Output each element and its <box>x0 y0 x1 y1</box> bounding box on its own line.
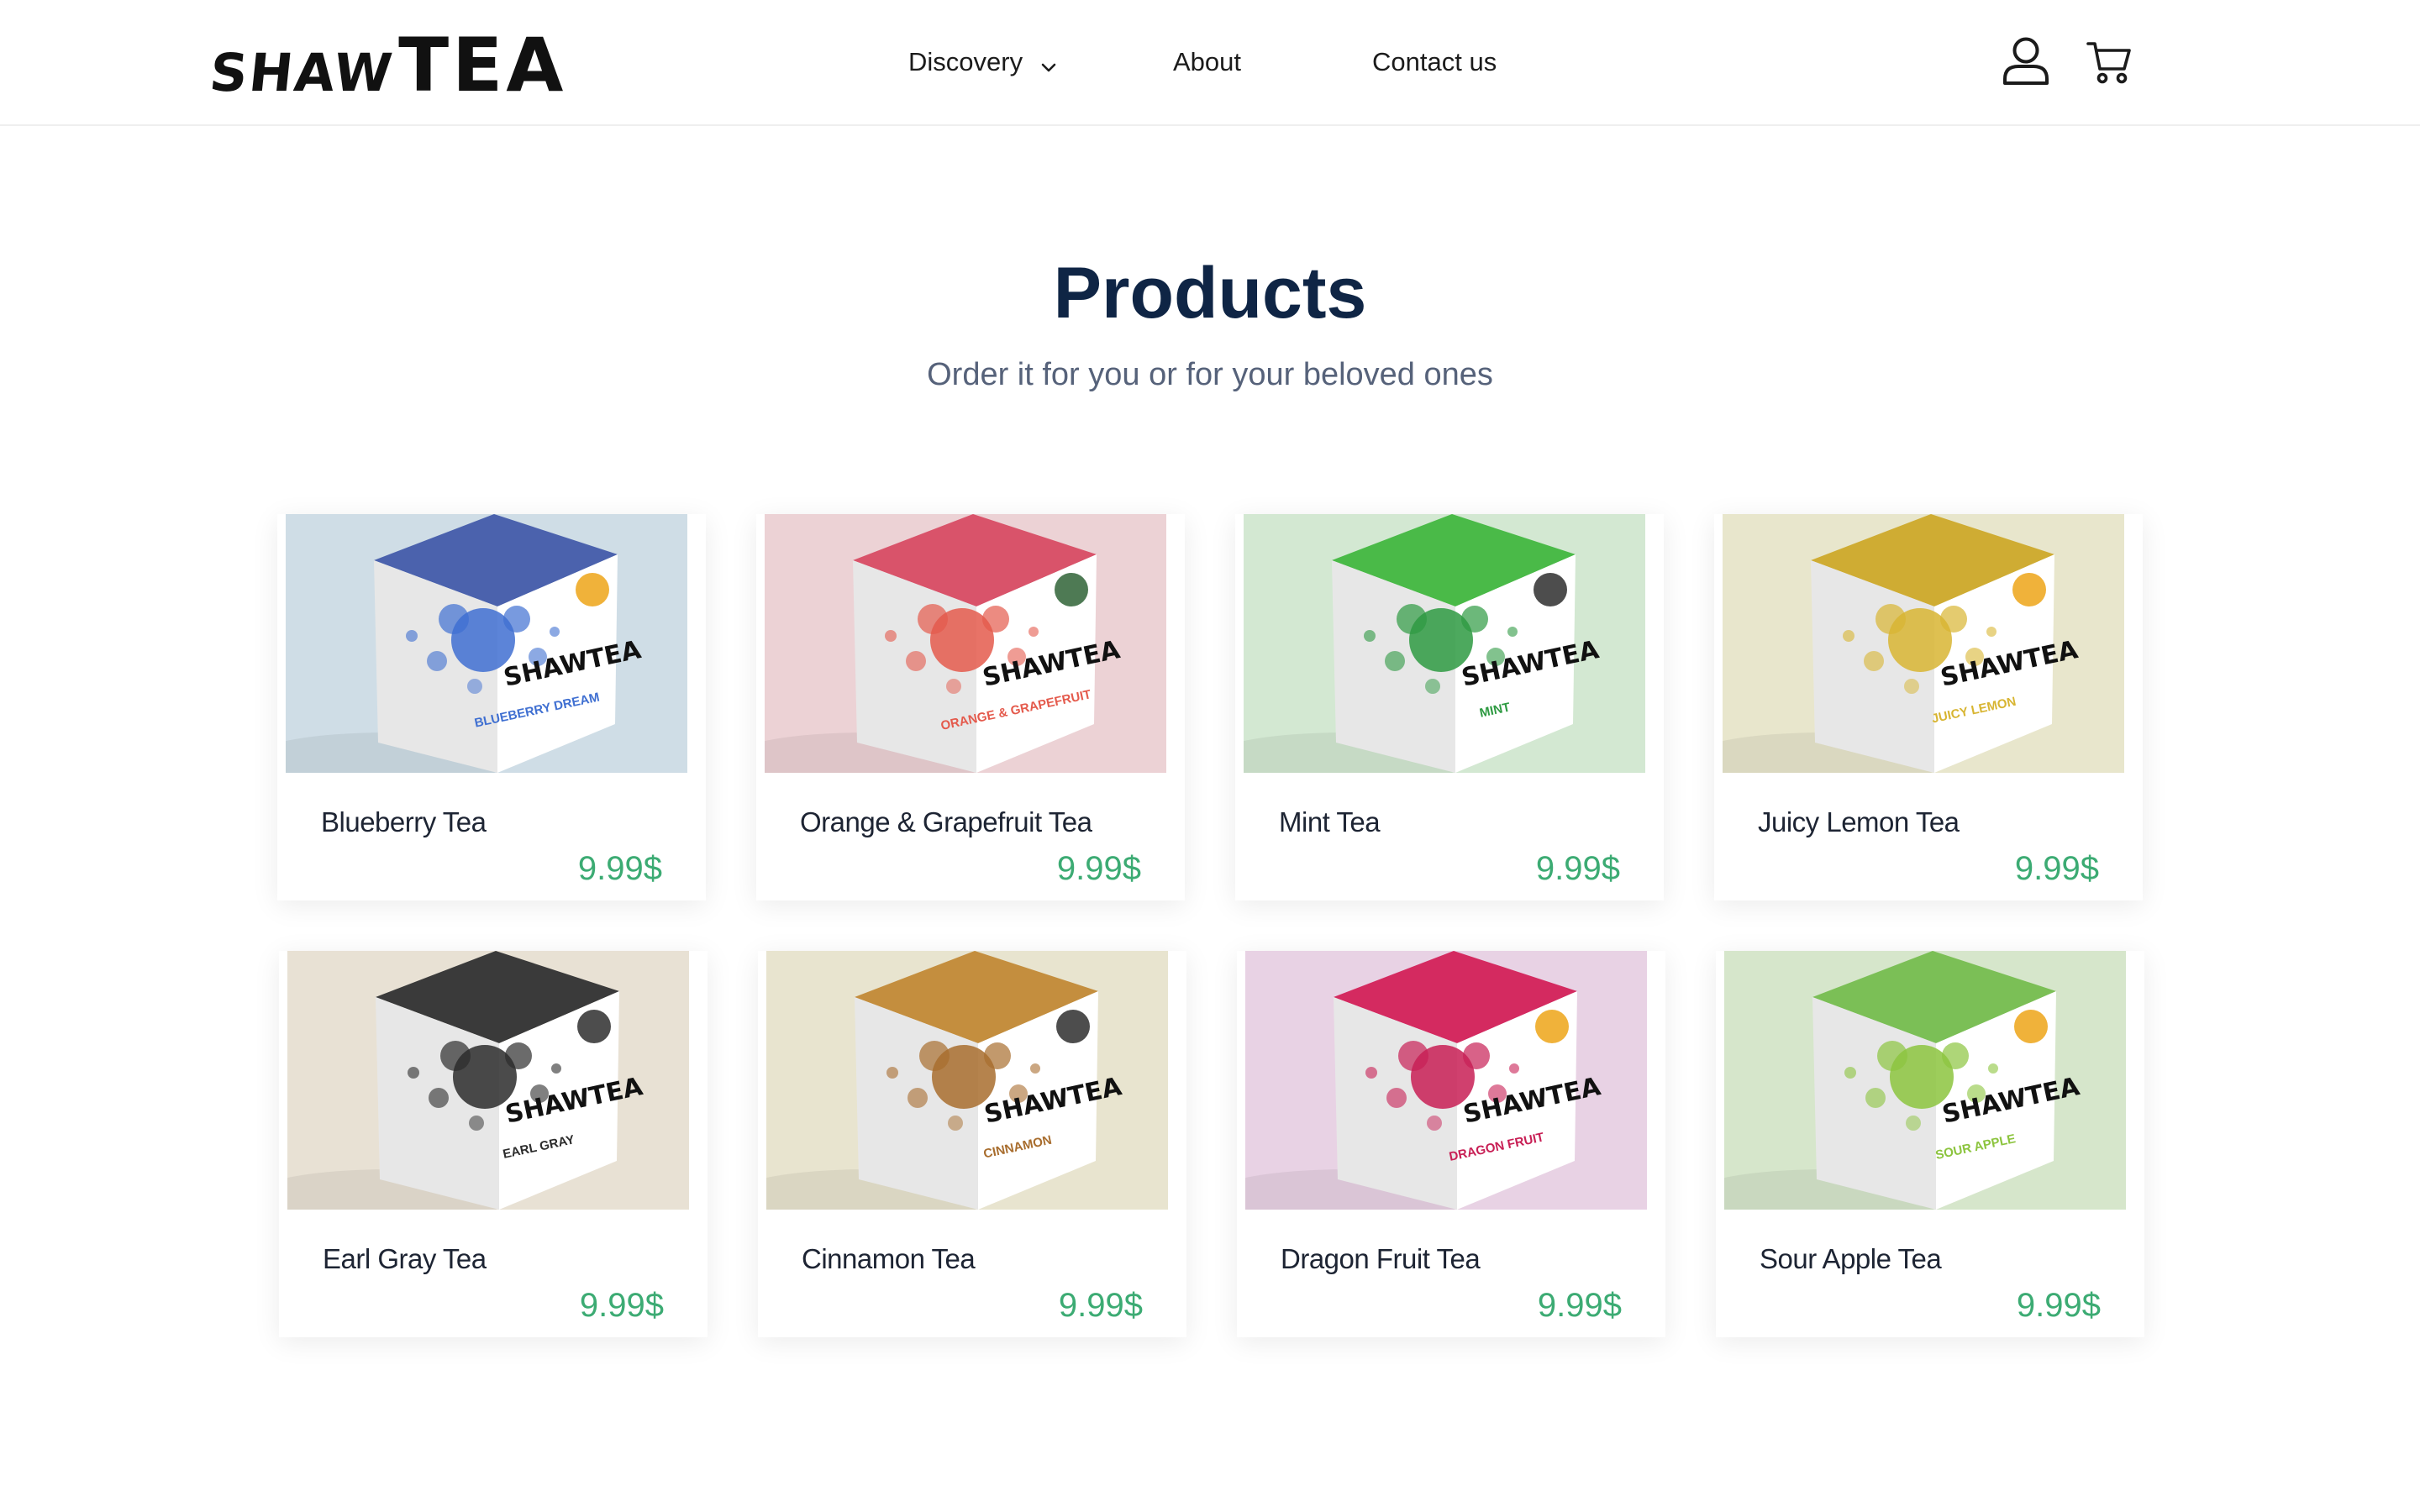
product-price: 9.99$ <box>1056 850 1141 887</box>
product-image[interactable]: SHAWTEA SOUR APPLE <box>1724 951 2126 1210</box>
product-name[interactable]: Cinnamon Tea <box>802 1243 976 1275</box>
page-title: Products <box>1053 253 1367 333</box>
nav-contact-label: Contact us <box>1372 47 1497 76</box>
product-card[interactable]: SHAWTEA ORANGE & GRAPEFRUIT Orange & Gra… <box>756 514 1185 900</box>
box-badge <box>577 1010 611 1043</box>
product-image[interactable]: SHAWTEA JUICY LEMON <box>1723 514 2124 773</box>
product-image[interactable]: SHAWTEA CINNAMON <box>766 951 1168 1210</box>
page-subtitle: Order it for you or for your beloved one… <box>927 357 1493 392</box>
product-image[interactable]: SHAWTEA ORANGE & GRAPEFRUIT <box>765 514 1166 773</box>
box-badge <box>1534 573 1567 606</box>
product-image[interactable]: SHAWTEA MINT <box>1244 514 1645 773</box>
nav-contact[interactable]: Contact us <box>1372 45 1497 79</box>
product-card[interactable]: SHAWTEA CINNAMON Cinnamon Tea 9.99$ <box>758 951 1186 1337</box>
product-name[interactable]: Blueberry Tea <box>321 806 487 838</box>
product-price: 9.99$ <box>1535 850 1620 887</box>
product-name[interactable]: Juicy Lemon Tea <box>1758 806 1960 838</box>
logo-tea: TEA <box>398 22 567 108</box>
user-icon[interactable] <box>2002 35 2050 86</box>
product-name[interactable]: Mint Tea <box>1279 806 1381 838</box>
product-card[interactable]: SHAWTEA EARL GRAY Earl Gray Tea 9.99$ <box>279 951 708 1337</box>
logo-shaw: SHAW <box>207 42 397 103</box>
nav-about-label: About <box>1173 47 1242 76</box>
brand-logo[interactable]: SHAW TEA <box>207 22 567 108</box>
nav-about[interactable]: About <box>1173 45 1241 79</box>
product-price: 9.99$ <box>579 1287 664 1324</box>
product-image[interactable]: SHAWTEA EARL GRAY <box>287 951 689 1210</box>
product-name[interactable]: Sour Apple Tea <box>1760 1243 1942 1275</box>
product-name[interactable]: Dragon Fruit Tea <box>1281 1243 1481 1275</box>
product-card[interactable]: SHAWTEA DRAGON FRUIT Dragon Fruit Tea 9.9… <box>1237 951 1665 1337</box>
site-header: SHAW TEA Discovery About Contact us <box>0 0 2420 126</box>
product-price: 9.99$ <box>1058 1287 1143 1324</box>
product-price: 9.99$ <box>577 850 662 887</box>
product-image[interactable]: SHAWTEA DRAGON FRUIT <box>1245 951 1647 1210</box>
nav-discovery[interactable]: Discovery <box>908 45 1058 79</box>
product-card[interactable]: SHAWTEA MINT Mint Tea 9.99$ <box>1235 514 1664 900</box>
product-price: 9.99$ <box>2014 850 2099 887</box>
product-card[interactable]: SHAWTEA BLUEBERRY DREAM Blueberry Tea 9.9… <box>277 514 706 900</box>
box-badge <box>2012 573 2046 606</box>
chevron-down-icon <box>1039 53 1058 72</box>
product-name[interactable]: Orange & Grapefruit Tea <box>800 806 1092 838</box>
box-badge <box>1535 1010 1569 1043</box>
product-price: 9.99$ <box>2016 1287 2101 1324</box>
box-badge <box>1055 573 1088 606</box>
nav-discovery-label: Discovery <box>908 47 1023 76</box>
product-card[interactable]: SHAWTEA JUICY LEMON Juicy Lemon Tea 9.99$ <box>1714 514 2143 900</box>
box-badge <box>2014 1010 2048 1043</box>
box-badge <box>576 573 609 606</box>
product-name[interactable]: Earl Gray Tea <box>323 1243 487 1275</box>
product-card[interactable]: SHAWTEA SOUR APPLE Sour Apple Tea 9.99$ <box>1716 951 2144 1337</box>
cart-icon[interactable] <box>2086 39 2133 86</box>
product-image[interactable]: SHAWTEA BLUEBERRY DREAM <box>286 514 687 773</box>
box-badge <box>1056 1010 1090 1043</box>
product-price: 9.99$ <box>1537 1287 1622 1324</box>
